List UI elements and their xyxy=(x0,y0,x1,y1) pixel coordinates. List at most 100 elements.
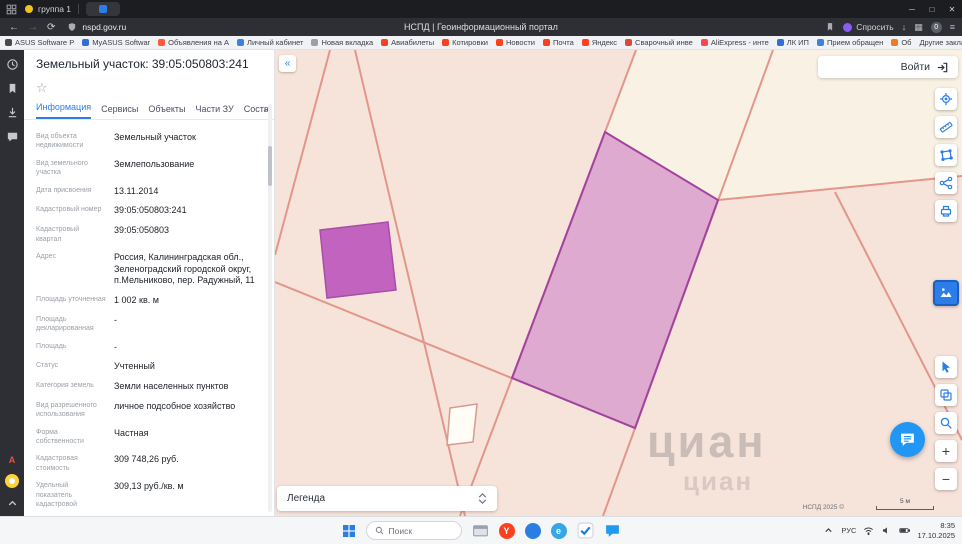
bookmark-item[interactable]: Авиабилеты xyxy=(381,38,434,47)
login-bar[interactable]: Войти xyxy=(818,56,958,78)
bookmark-label: Личный кабинет xyxy=(247,38,303,47)
field-row: АдресРоссия, Калининградская обл., Зелен… xyxy=(36,252,260,287)
tab-objects[interactable]: Объекты xyxy=(148,104,185,119)
messenger-icon[interactable] xyxy=(6,130,19,143)
field-value: - xyxy=(114,342,117,354)
bookmark-item[interactable]: Котировки xyxy=(442,38,488,47)
collapse-panel-button[interactable]: « xyxy=(279,55,296,72)
bookmark-favicon xyxy=(311,39,318,46)
other-bookmarks[interactable]: Другие закладки xyxy=(919,38,962,47)
bookmark-label: AliExpress - инте xyxy=(711,38,769,47)
protect-shield-icon[interactable] xyxy=(67,22,77,32)
url-text[interactable]: nspd.gov.ru xyxy=(82,22,126,32)
bookmark-item[interactable]: Личный кабинет xyxy=(237,38,303,47)
legend-panel[interactable]: Легенда xyxy=(277,486,497,511)
bookmark-item[interactable]: Объявления на А xyxy=(158,38,229,47)
chevron-down-icon xyxy=(478,499,487,504)
battery-icon[interactable] xyxy=(899,525,910,536)
measure-area-button[interactable] xyxy=(935,144,957,166)
minimize-button[interactable]: ─ xyxy=(902,0,922,18)
bookmarks-icon[interactable] xyxy=(6,82,19,95)
downloads-icon[interactable]: ↓ xyxy=(902,22,907,32)
other-bookmarks-label: Другие закладки xyxy=(919,38,962,47)
menu-icon[interactable]: ≡ xyxy=(950,22,955,32)
start-button-icon[interactable] xyxy=(342,524,356,538)
maximize-button[interactable]: □ xyxy=(922,0,942,18)
bookmark-item[interactable]: AliExpress - инте xyxy=(701,38,769,47)
tray-clock[interactable]: 8:35 17.10.2025 xyxy=(917,521,955,541)
refresh-icon[interactable]: ⟳ xyxy=(47,22,55,33)
bookmark-label: Об xyxy=(901,38,911,47)
extensions-icon[interactable]: ▦ xyxy=(914,22,923,33)
tabs-scroll-right-icon[interactable]: › xyxy=(263,104,267,116)
bookmark-label: Новая вкладка xyxy=(321,38,373,47)
bookmark-item[interactable]: ASUS Software P xyxy=(5,38,74,47)
tab-group-color-dot[interactable] xyxy=(25,5,33,13)
bookmark-item[interactable]: Сварочный инве xyxy=(625,38,693,47)
taskbar-search[interactable]: Поиск xyxy=(366,521,462,540)
tab-group-label[interactable]: группа 1 xyxy=(38,4,71,14)
bookmark-item[interactable]: Об xyxy=(891,38,911,47)
bookmark-item[interactable]: MyASUS Softwar xyxy=(82,38,150,47)
tab-information[interactable]: Информация xyxy=(36,102,91,119)
bookmark-item[interactable]: Новая вкладка xyxy=(311,38,373,47)
letter-a-icon[interactable]: A xyxy=(9,455,16,465)
favorite-star-icon[interactable]: ☆ xyxy=(36,81,262,94)
yandex-browser-icon[interactable]: Y xyxy=(499,523,515,539)
field-value: Землепользование xyxy=(114,159,194,178)
search-area-button[interactable] xyxy=(935,412,957,434)
forward-icon[interactable]: → xyxy=(28,22,38,33)
scale-bar: 5 м xyxy=(876,498,934,510)
bookmark-item[interactable]: Новости xyxy=(496,38,535,47)
locate-button[interactable] xyxy=(935,88,957,110)
zoom-in-button[interactable]: + xyxy=(935,440,957,462)
alice-icon[interactable] xyxy=(5,474,19,488)
address-bar: ← → ⟳ nspd.gov.ru НСПД | Геоинформационн… xyxy=(0,18,962,36)
collapse-sidebar-icon[interactable] xyxy=(6,497,19,510)
zoom-out-button[interactable]: − xyxy=(935,468,957,490)
field-label: Площадь уточненная xyxy=(36,295,114,307)
cadastral-map-canvas[interactable] xyxy=(275,50,962,516)
identify-tool-button[interactable] xyxy=(935,356,957,378)
panel-scrollbar-thumb[interactable] xyxy=(268,146,272,186)
file-explorer-icon[interactable] xyxy=(472,522,489,539)
map-area[interactable]: циан циан « Войти + − Легенда НСПД 2025 … xyxy=(275,50,962,516)
back-icon[interactable]: ← xyxy=(9,22,19,33)
compare-layers-button[interactable] xyxy=(935,384,957,406)
blue-app-icon[interactable] xyxy=(525,523,541,539)
language-indicator[interactable]: РУС xyxy=(841,526,856,535)
tab-divider xyxy=(78,4,79,14)
bookmark-item[interactable]: Прием обращен xyxy=(817,38,883,47)
measure-distance-button[interactable] xyxy=(935,116,957,138)
bookmark-item[interactable]: Яндекс xyxy=(582,38,617,47)
share-button[interactable] xyxy=(935,172,957,194)
wifi-icon[interactable] xyxy=(863,525,874,536)
chat-app-icon[interactable] xyxy=(604,522,621,539)
parcel-small-building[interactable] xyxy=(447,404,477,445)
tab-parts[interactable]: Части ЗУ xyxy=(196,104,234,119)
volume-icon[interactable] xyxy=(881,525,892,536)
print-button[interactable] xyxy=(935,200,957,222)
ask-alice-button[interactable]: Спросить xyxy=(843,22,894,32)
bookmark-item[interactable]: Почта xyxy=(543,38,574,47)
support-chat-button[interactable] xyxy=(890,422,925,457)
edge-browser-icon[interactable]: e xyxy=(551,523,567,539)
antivirus-check-icon[interactable] xyxy=(577,522,594,539)
tray-expand-icon[interactable] xyxy=(823,525,834,536)
tab-list-icon[interactable] xyxy=(6,4,17,15)
field-row: Вид земельного участкаЗемлепользование xyxy=(36,159,260,178)
tab-services[interactable]: Сервисы xyxy=(101,104,138,119)
legend-expander[interactable] xyxy=(478,493,487,504)
panel-scrollbar[interactable] xyxy=(268,104,272,512)
active-tab[interactable] xyxy=(86,2,120,16)
downloads-panel-icon[interactable] xyxy=(6,106,19,119)
bookmark-item[interactable]: ЛК ИП xyxy=(777,38,809,47)
basemap-switcher-button[interactable] xyxy=(933,280,959,306)
bookmark-flag-icon[interactable] xyxy=(825,22,835,32)
parcel-neighbor-highlighted[interactable] xyxy=(320,222,396,298)
profile-badge[interactable]: 0 xyxy=(931,22,942,33)
close-button[interactable]: ✕ xyxy=(942,0,962,18)
field-row: Площадь- xyxy=(36,342,260,354)
history-icon[interactable] xyxy=(6,58,19,71)
field-row: СтатусУчтенный xyxy=(36,361,260,373)
